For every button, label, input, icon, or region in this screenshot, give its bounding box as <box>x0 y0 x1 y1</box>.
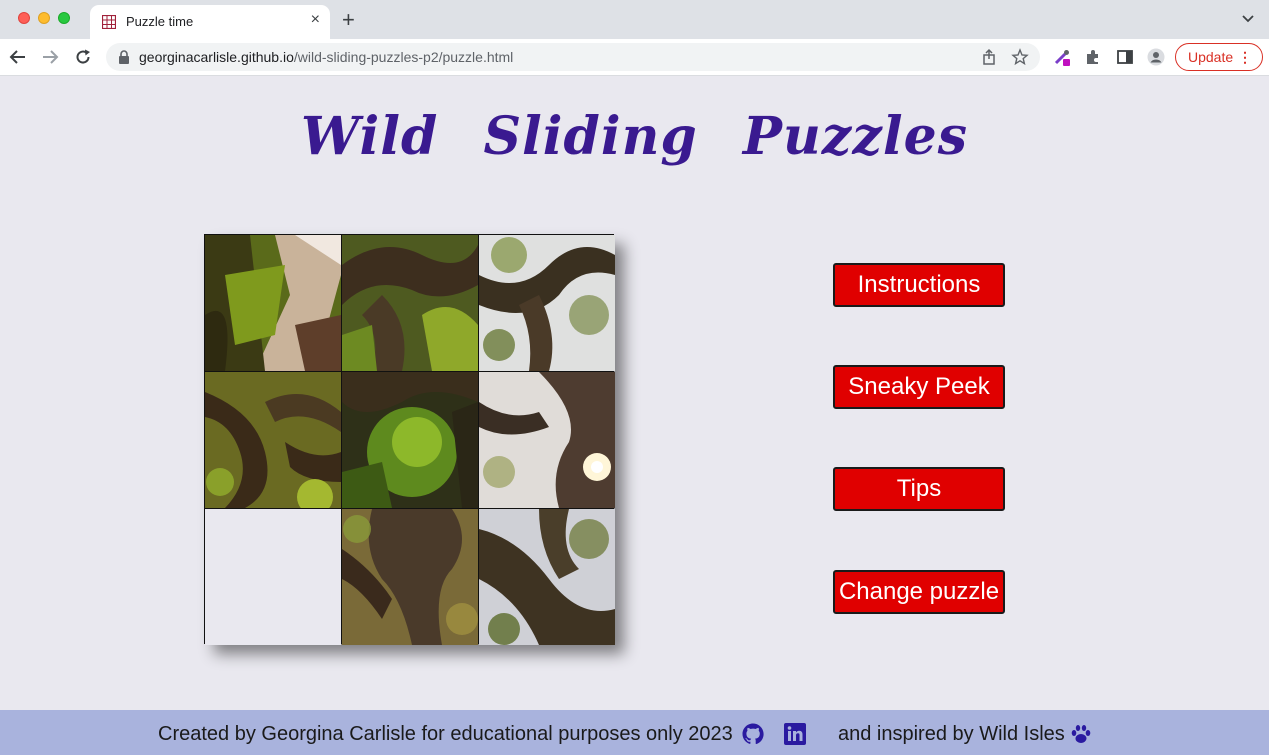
puzzle-tile-tree-limb-fork[interactable] <box>342 509 478 645</box>
change-puzzle-button[interactable]: Change puzzle <box>833 570 1005 614</box>
update-button[interactable]: Update ⋮ <box>1175 43 1263 71</box>
new-tab-icon[interactable]: + <box>342 7 355 33</box>
puzzle-tile-tree-canopy-sky[interactable] <box>479 235 615 371</box>
bookmark-star-icon[interactable] <box>1011 48 1029 66</box>
browser-tab[interactable]: Puzzle time × <box>90 5 330 39</box>
sneaky-peek-button[interactable]: Sneaky Peek <box>833 365 1005 409</box>
update-label: Update <box>1188 49 1234 65</box>
chevron-down-icon[interactable] <box>1241 12 1255 26</box>
profile-avatar-icon[interactable] <box>1147 48 1165 66</box>
footer-inspired: and inspired by Wild Isles <box>838 723 1065 745</box>
footer-credit: Created by Georgina Carlisle for educati… <box>158 723 733 745</box>
kebab-menu-icon[interactable]: ⋮ <box>1238 48 1252 66</box>
url-text[interactable]: georginacarlisle.github.io/wild-sliding-… <box>139 49 513 65</box>
puzzle-tile-tree-branches-moss[interactable] <box>342 235 478 371</box>
github-icon[interactable] <box>741 722 765 746</box>
tab-title: Puzzle time <box>126 14 194 29</box>
url-host: georginacarlisle.github.io <box>139 49 294 65</box>
forward-arrow-icon[interactable] <box>40 47 60 67</box>
url-path: /wild-sliding-puzzles-p2/puzzle.html <box>293 49 514 65</box>
puzzle-board <box>204 234 615 645</box>
puzzle-tile-green-fern-arch[interactable] <box>342 372 478 508</box>
window-minimize-dot[interactable] <box>38 12 50 24</box>
puzzle-tile-branches-against-sky[interactable] <box>479 509 615 645</box>
share-icon[interactable] <box>980 48 998 66</box>
puzzle-tile-forest-path[interactable] <box>205 235 341 371</box>
linkedin-icon[interactable] <box>783 722 807 746</box>
puzzle-extensions-icon[interactable] <box>1084 48 1102 66</box>
page-title: Wild Sliding Puzzles <box>301 106 968 167</box>
browser-tab-bar: Puzzle time × + <box>0 0 1269 39</box>
puzzle-tile-tree-trunk-sunburst[interactable] <box>479 372 615 508</box>
paw-icon[interactable] <box>1069 722 1093 746</box>
page-footer: Created by Georgina Carlisle for educati… <box>0 710 1269 755</box>
back-arrow-icon[interactable] <box>8 47 28 67</box>
reload-icon[interactable] <box>73 47 93 67</box>
browser-toolbar: georginacarlisle.github.io/wild-sliding-… <box>0 39 1269 76</box>
close-tab-icon[interactable]: × <box>311 11 320 29</box>
window-zoom-dot[interactable] <box>58 12 70 24</box>
instructions-button[interactable]: Instructions <box>833 263 1005 307</box>
window-close-dot[interactable] <box>18 12 30 24</box>
address-bar[interactable]: georginacarlisle.github.io/wild-sliding-… <box>106 43 1040 71</box>
grid-favicon-icon <box>102 15 116 29</box>
side-panel-icon[interactable] <box>1116 48 1134 66</box>
puzzle-empty-slot <box>205 509 341 645</box>
lock-icon <box>119 50 129 64</box>
tips-button[interactable]: Tips <box>833 467 1005 511</box>
eyedropper-extension-icon[interactable] <box>1053 48 1071 66</box>
puzzle-tile-twisted-branches[interactable] <box>205 372 341 508</box>
